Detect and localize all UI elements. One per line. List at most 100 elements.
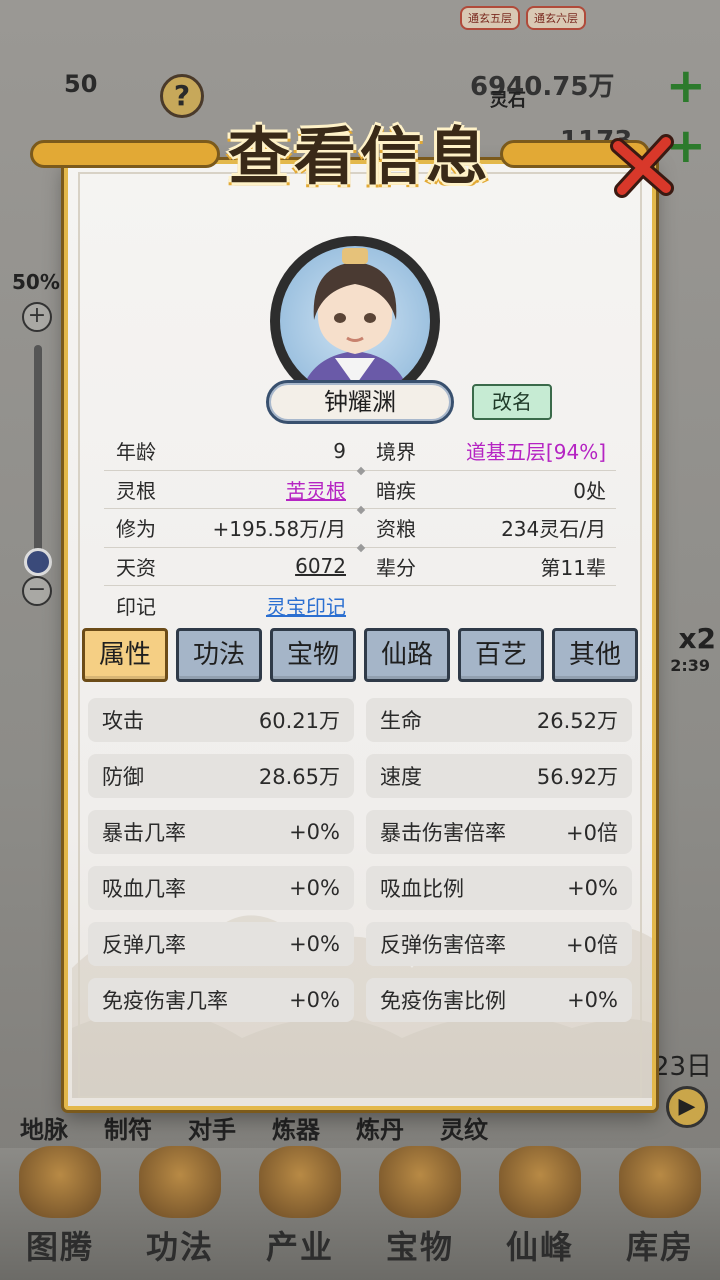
sub-label[interactable]: 地脉 [20,1110,68,1145]
cultivation-label: 修为 [116,517,156,542]
stat-immune-rate: 免疫伤害几率 +0% [88,978,354,1022]
sub-label[interactable]: 炼丹 [356,1110,404,1145]
root-value-link[interactable]: 苦灵根 [286,475,346,504]
zoom-out-button[interactable]: − [22,576,52,606]
tab-bar: 属性 功法 宝物 仙路 百艺 其他 [82,628,638,682]
stat-value: +0% [567,988,618,1012]
level-badge: 50 [64,70,98,98]
stat-value: 56.92万 [536,765,618,789]
stat-hp: 生命 26.52万 [366,698,632,742]
close-icon [610,134,674,198]
stat-attack: 攻击 60.21万 [88,698,354,742]
portrait-figure-icon [300,248,410,396]
nav-item-gongfa[interactable]: 功法 [125,1146,235,1268]
nav-label: 仙峰 [505,1228,574,1266]
add-lingshi-button[interactable]: + [666,62,706,110]
sub-label[interactable]: 炼器 [272,1110,320,1145]
sub-label[interactable]: 制符 [104,1110,152,1145]
stat-label: 免疫伤害几率 [102,989,228,1013]
stat-value: +0% [567,876,618,900]
info-row: 天资 6072 辈分 第11辈 [104,548,616,586]
nav-label: 宝物 [385,1228,454,1266]
stat-label: 速度 [380,765,422,789]
modal-title: 查看信息 [227,120,492,193]
nav-item-industry[interactable]: 产业 [245,1146,355,1268]
realm-label: 境界 [376,440,416,465]
zoom-slider-handle[interactable] [24,548,52,576]
stat-value: +0% [289,932,340,956]
nav-label: 产业 [265,1228,334,1266]
zoom-slider-track[interactable] [34,345,42,565]
stat-immune-ratio: 免疫伤害比例 +0% [366,978,632,1022]
sub-labels: 地脉 制符 对手 炼器 炼丹 灵纹 [20,1110,488,1145]
age-value: 9 [333,438,346,463]
stat-label: 生命 [380,709,422,733]
tab-attributes[interactable]: 属性 [82,628,168,682]
stat-value: 26.52万 [536,709,618,733]
mark-value-link[interactable]: 灵宝印记 [266,591,346,620]
zoom-in-button[interactable]: + [22,302,52,332]
gongfa-icon [139,1146,221,1218]
nav-item-storage[interactable]: 库房 [605,1146,715,1268]
stat-value: 60.21万 [258,709,340,733]
stat-label: 防御 [102,765,144,789]
stat-crit-damage: 暴击伤害倍率 +0倍 [366,810,632,854]
industry-icon [259,1146,341,1218]
nav-item-peak[interactable]: 仙峰 [485,1146,595,1268]
tab-gongfa[interactable]: 功法 [176,628,262,682]
top-tag[interactable]: 通玄六层 [526,6,586,30]
speed-multiplier[interactable]: x2 [678,622,716,655]
generation-value: 第11辈 [540,555,606,580]
root-label: 灵根 [116,478,156,503]
stat-value: +0% [289,988,340,1012]
nav-label: 图腾 [25,1228,94,1266]
nav-label: 功法 [145,1228,214,1266]
tab-xianlu[interactable]: 仙路 [364,628,450,682]
stat-label: 免疫伤害比例 [380,989,506,1013]
stat-label: 反弹伤害倍率 [380,933,506,957]
nav-item-treasure[interactable]: 宝物 [365,1146,475,1268]
stat-value: +0% [289,820,340,844]
stat-lifesteal-rate: 吸血几率 +0% [88,866,354,910]
cultivation-value: +195.58万/月 [212,517,346,542]
info-row: 灵根 苦灵根 暗疾 0处 [104,471,616,514]
info-row: 印记 灵宝印记 [104,586,616,625]
stat-label: 攻击 [102,709,144,733]
stat-label: 吸血几率 [102,877,186,901]
salary-label: 资粮 [376,517,416,542]
tab-skills[interactable]: 百艺 [458,628,544,682]
rename-button[interactable]: 改名 [472,384,552,420]
realm-value: 道基五层[94%] [465,440,606,465]
stat-value: 28.65万 [258,765,340,789]
stat-defense: 防御 28.65万 [88,754,354,798]
nav-item-totem[interactable]: 图腾 [5,1146,115,1268]
stat-value: +0倍 [566,933,618,957]
talent-value-link[interactable]: 6072 [295,554,346,578]
mark-label: 印记 [116,594,156,619]
nav-label: 库房 [625,1228,694,1266]
zoom-percent: 50% [12,270,60,294]
play-icon[interactable]: ▶ [666,1086,708,1128]
treasure-icon [379,1146,461,1218]
info-row: 年龄 9 境界 道基五层[94%] [104,432,616,476]
totem-icon [19,1146,101,1218]
sub-label[interactable]: 灵纹 [440,1110,488,1145]
hidden-label: 暗疾 [376,478,416,503]
top-tag[interactable]: 通玄五层 [460,6,520,30]
stat-label: 反弹几率 [102,933,186,957]
avatar-portrait [280,246,430,396]
close-button[interactable] [608,132,678,202]
tab-treasure[interactable]: 宝物 [270,628,356,682]
peak-icon [499,1146,581,1218]
age-label: 年龄 [116,440,156,465]
hidden-value: 0处 [573,478,606,503]
stat-crit-rate: 暴击几率 +0% [88,810,354,854]
stat-reflect-damage: 反弹伤害倍率 +0倍 [366,922,632,966]
tab-other[interactable]: 其他 [552,628,638,682]
stat-lifesteal-ratio: 吸血比例 +0% [366,866,632,910]
stat-reflect-rate: 反弹几率 +0% [88,922,354,966]
salary-value: 234灵石/月 [501,517,606,542]
sub-label[interactable]: 对手 [188,1110,236,1145]
stat-speed: 速度 56.92万 [366,754,632,798]
stat-value: +0倍 [566,821,618,845]
